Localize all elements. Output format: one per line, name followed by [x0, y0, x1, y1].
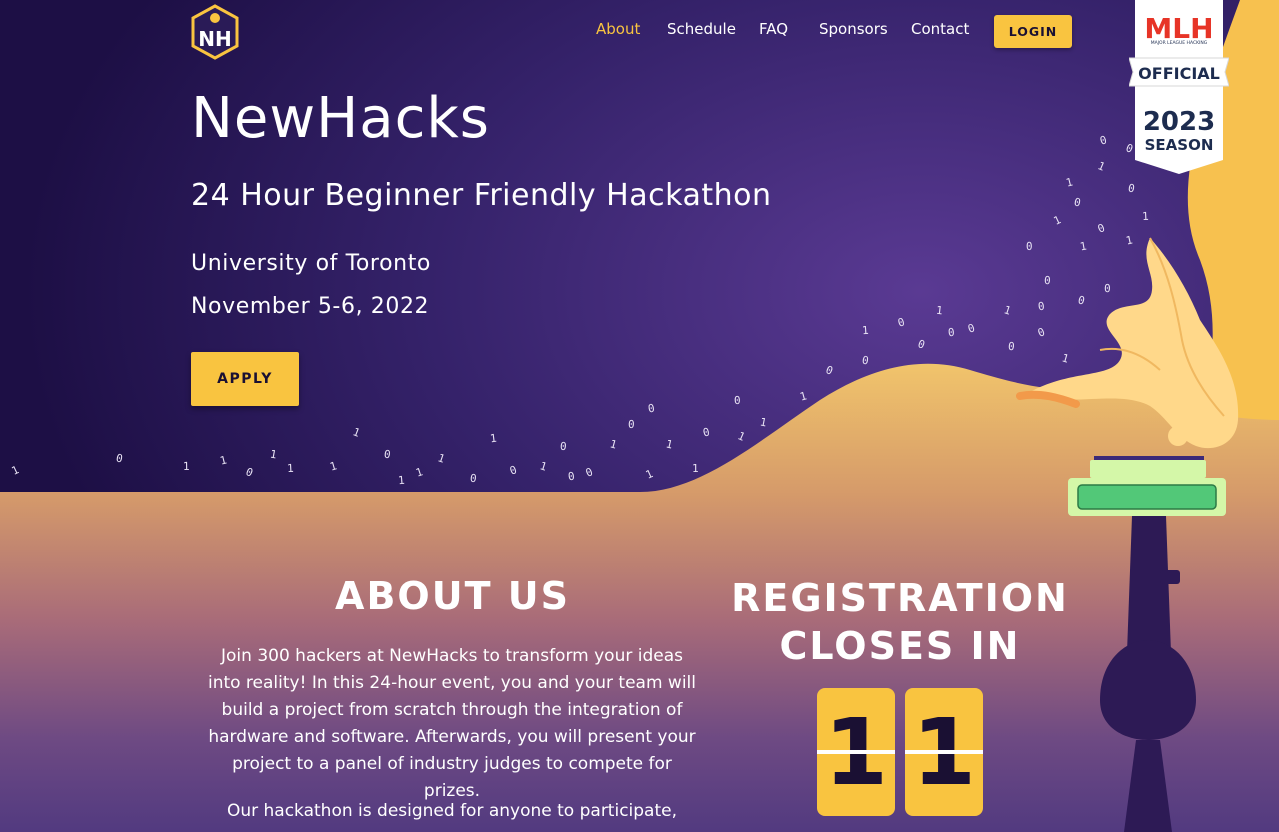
cn-tower-illustration [1068, 456, 1226, 832]
nav-about[interactable]: About [596, 20, 640, 38]
countdown-digit: 1 [905, 688, 983, 816]
about-heading: ABOUT US [335, 574, 570, 618]
binary-digit: 1 [182, 459, 190, 474]
binary-digit: 1 [692, 462, 699, 475]
login-button[interactable]: LOGIN [994, 15, 1072, 48]
binary-digit: 0 [627, 417, 635, 432]
about-paragraph: Join 300 hackers at NewHacks to transfor… [207, 646, 697, 801]
genie-smoke-illustration [1016, 237, 1239, 449]
page: MLH MAJOR LEAGUE HACKING OFFICIAL 2023 S… [0, 0, 1279, 832]
binary-digit: 1 [861, 323, 870, 338]
binary-digit: 0 [469, 471, 478, 486]
binary-digit: 1 [397, 473, 406, 488]
nav-sponsors[interactable]: Sponsors [819, 20, 888, 38]
binary-digit: 0 [947, 325, 956, 340]
countdown-digit: 1 [817, 688, 895, 816]
registration-heading: REGISTRATION CLOSES IN [731, 576, 1069, 668]
binary-digit: 0 [559, 439, 568, 454]
binary-digit: 0 [1025, 239, 1033, 254]
flip-divider [817, 750, 895, 754]
binary-digit: 0 [1043, 273, 1051, 288]
binary-digit: 1 [489, 431, 498, 446]
svg-text:OFFICIAL: OFFICIAL [1138, 64, 1220, 83]
main-nav: About Schedule FAQ Sponsors Contact [0, 20, 1279, 44]
event-date: November 5-6, 2022 [191, 294, 430, 319]
binary-digit: 1 [286, 461, 294, 476]
svg-text:2023: 2023 [1143, 107, 1215, 137]
hero-title: NewHacks [191, 86, 490, 151]
nav-contact[interactable]: Contact [911, 20, 969, 38]
nav-schedule[interactable]: Schedule [667, 20, 736, 38]
hero-subtitle: 24 Hour Beginner Friendly Hackathon [191, 178, 772, 213]
about-paragraph-2: Our hackathon is designed for anyone to … [226, 801, 678, 821]
binary-digit: 0 [1103, 281, 1111, 296]
apply-button[interactable]: APPLY [191, 352, 299, 406]
binary-digit: 0 [1007, 339, 1016, 354]
binary-digit: 1 [1141, 209, 1149, 224]
flip-divider [905, 750, 983, 754]
binary-digit: 0 [733, 393, 741, 408]
svg-text:SEASON: SEASON [1145, 136, 1214, 154]
nav-faq[interactable]: FAQ [759, 20, 788, 38]
event-location: University of Toronto [191, 251, 431, 276]
